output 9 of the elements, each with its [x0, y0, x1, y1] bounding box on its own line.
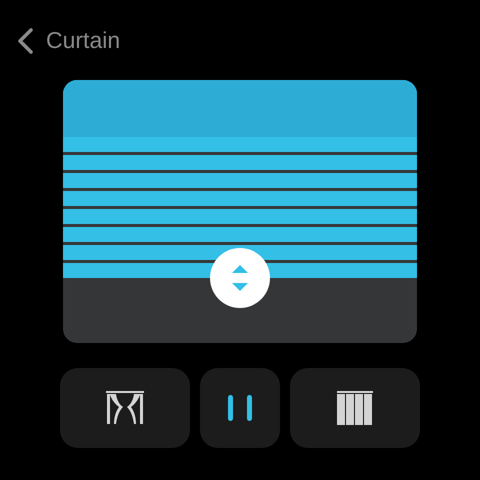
back-icon[interactable] [16, 28, 34, 54]
open-curtain-icon [106, 391, 144, 425]
closed-curtain-icon [337, 391, 373, 425]
open-button[interactable] [60, 368, 190, 448]
up-down-arrows-icon [232, 265, 248, 291]
page-title: Curtain [46, 26, 120, 56]
close-button[interactable] [290, 368, 420, 448]
pause-icon [228, 395, 252, 421]
pause-button[interactable] [200, 368, 280, 448]
